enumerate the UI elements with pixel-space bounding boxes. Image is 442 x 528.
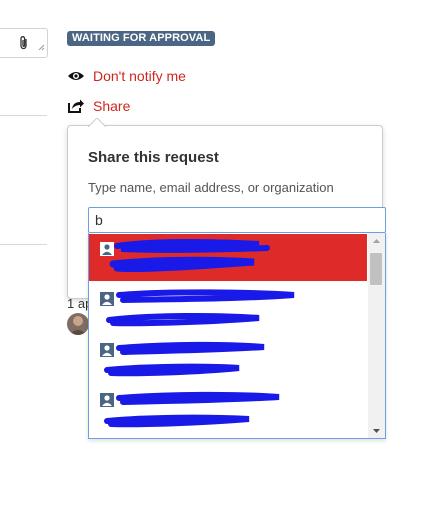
- divider: [0, 115, 47, 116]
- scroll-down-icon[interactable]: [368, 422, 385, 438]
- autocomplete-dropdown[interactable]: [88, 233, 386, 439]
- popover-arrow: [88, 118, 106, 127]
- share-link[interactable]: Share: [67, 98, 130, 114]
- list-item[interactable]: [89, 234, 367, 281]
- dont-notify-link[interactable]: Don't notify me: [67, 68, 186, 84]
- scrollbar[interactable]: [368, 233, 385, 438]
- share-hint: Type name, email address, or organizatio…: [88, 180, 334, 195]
- eye-icon: [67, 69, 85, 83]
- redaction-scribble: [106, 289, 295, 327]
- list-item[interactable]: [89, 284, 367, 331]
- paperclip-icon[interactable]: [19, 35, 29, 56]
- redaction-scribble: [104, 341, 265, 377]
- list-item[interactable]: [89, 385, 367, 432]
- popover-title: Share this request: [88, 149, 219, 166]
- reply-textarea[interactable]: [0, 28, 48, 58]
- avatar: [67, 313, 89, 335]
- divider: [0, 244, 47, 245]
- list-item[interactable]: [89, 335, 367, 382]
- share-search-input[interactable]: [88, 207, 386, 233]
- dont-notify-label: Don't notify me: [93, 68, 186, 84]
- resize-grip-icon[interactable]: [38, 38, 45, 56]
- scroll-up-icon[interactable]: [368, 233, 385, 250]
- redaction-scribble: [109, 239, 270, 273]
- status-badge: WAITING FOR APPROVAL: [67, 31, 216, 46]
- share-icon: [67, 99, 85, 113]
- share-label: Share: [93, 98, 131, 114]
- redaction-scribble: [104, 391, 280, 428]
- scrollbar-thumb[interactable]: [370, 253, 382, 285]
